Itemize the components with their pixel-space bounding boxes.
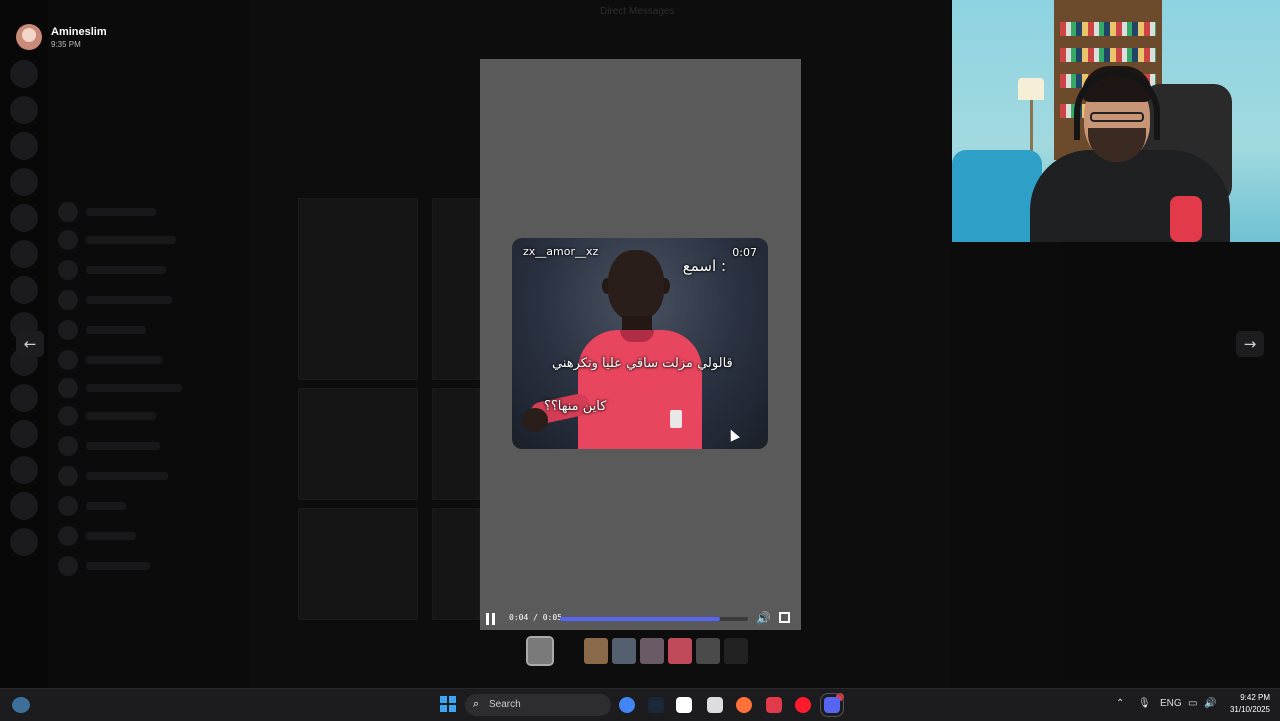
referee-figure [578,330,702,449]
server-icon[interactable] [10,132,38,160]
chrome-icon[interactable] [619,697,635,713]
settings-icon[interactable] [766,697,782,713]
chevron-up-icon[interactable]: ⌃ [1116,698,1124,709]
author-timestamp: 9:35 PM [51,40,81,49]
seek-bar-progress [560,617,720,621]
dm-item[interactable] [58,260,228,282]
server-icon[interactable] [10,456,38,484]
dm-item[interactable] [58,378,228,400]
pause-button[interactable] [485,613,497,625]
arrow-left-icon: ← [23,335,37,353]
avatar[interactable] [16,24,42,50]
server-icon[interactable] [10,492,38,520]
lamp [1018,78,1044,100]
media-thumbnail[interactable] [696,638,720,664]
video-caption-top: اسمع : [682,257,726,275]
clock-date: 31/10/2025 [1229,705,1270,714]
fullscreen-button[interactable] [779,612,790,623]
attachment-tile[interactable] [432,508,480,620]
dm-item[interactable] [58,436,228,458]
chatgpt-icon[interactable] [707,697,723,713]
video-frame[interactable]: zx__amor__xz 0:07 اسمع : قالولي مزلت ساق… [512,238,768,449]
video-controls: 0:04 / 0:05 🔊 [480,608,801,630]
referee-figure [608,250,664,320]
server-icon[interactable] [10,60,38,88]
profile-panel [1060,240,1280,680]
server-icon[interactable] [10,276,38,304]
attachment-tile[interactable] [298,198,418,380]
server-icon[interactable] [10,384,38,412]
server-icon[interactable] [10,204,38,232]
opera-icon[interactable] [795,697,811,713]
dm-item[interactable] [58,496,228,518]
start-button[interactable] [440,696,456,712]
media-thumbnail[interactable] [724,638,748,664]
next-media-button[interactable]: → [1236,331,1264,357]
volume-icon[interactable]: 🔊 [1204,698,1216,709]
media-thumbnail[interactable] [640,638,664,664]
media-thumbnail[interactable] [668,638,692,664]
dm-item[interactable] [58,556,228,578]
network-icon[interactable]: ▭ [1188,698,1197,709]
firefox-icon[interactable] [736,697,752,713]
seek-bar[interactable] [560,617,748,621]
previous-media-button[interactable]: ← [16,331,44,357]
mouse-cursor-icon [726,427,740,442]
server-icon[interactable] [10,96,38,124]
language-indicator[interactable]: ENG [1160,698,1182,709]
video-caption-bottom: كاين منها؟؟ [544,399,607,414]
microphone [1170,196,1202,242]
dm-item[interactable] [58,526,228,548]
server-icon[interactable] [10,168,38,196]
dm-sidebar [48,0,248,688]
microphone-icon[interactable]: 🎙 [1138,698,1151,709]
taskbar-search[interactable]: ⌕ Search [465,694,611,716]
dm-item[interactable] [58,320,228,342]
author-name[interactable]: Amineslim [51,26,107,38]
dm-item[interactable] [58,290,228,312]
pause-icon [492,613,495,625]
speaker-icon: 🔊 [756,611,771,625]
attachment-tile[interactable] [432,198,480,380]
dm-item[interactable] [58,466,228,488]
video-username: zx__amor__xz [523,245,599,258]
playback-time: 0:04 / 0:05 [509,613,562,622]
attachment-tile[interactable] [432,388,480,500]
webcam-overlay [952,0,1280,242]
media-thumbnail[interactable] [584,638,608,664]
taskbar: ⌕ Search ⌃ 🎙 ENG ▭ 🔊 9:42 PM 31/10/2025 [0,688,1280,721]
attachment-tile[interactable] [298,508,418,620]
referee-figure [670,410,682,428]
arrow-right-icon: → [1243,335,1257,353]
weather-widget-icon[interactable] [12,697,30,713]
search-placeholder: Search [489,699,521,710]
media-viewer: zx__amor__xz 0:07 اسمع : قالولي مزلت ساق… [480,59,801,630]
server-icon[interactable] [10,240,38,268]
system-clock[interactable]: 9:42 PM 31/10/2025 [1224,692,1270,716]
search-icon: ⌕ [473,697,480,710]
pause-icon [486,613,489,625]
media-thumbnail[interactable] [526,636,554,666]
dm-item[interactable] [58,350,228,372]
steam-icon[interactable] [648,697,664,713]
dm-item[interactable] [58,202,228,224]
media-thumbnail[interactable] [612,638,636,664]
dm-item[interactable] [58,230,228,252]
attachment-tile[interactable] [298,388,418,500]
clock-time: 9:42 PM [1240,693,1270,702]
video-caption-middle: قالولي مزلت ساقي عليا وتكرهني [552,356,733,371]
sofa [952,150,1042,242]
server-icon[interactable] [10,420,38,448]
top-hint: Direct Messages [600,6,675,17]
dm-item[interactable] [58,406,228,428]
capcut-icon[interactable] [676,697,692,713]
volume-button[interactable]: 🔊 [756,611,771,625]
video-counter: 0:07 [732,246,757,259]
discord-icon[interactable] [820,693,844,717]
server-icon[interactable] [10,528,38,556]
